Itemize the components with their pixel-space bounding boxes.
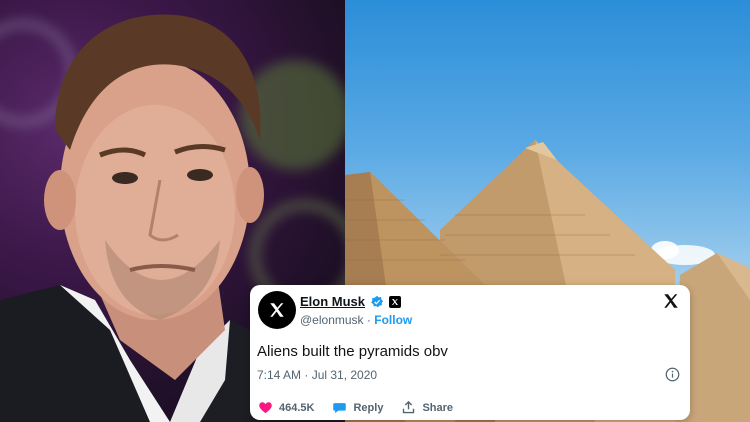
author-row: Elon Musk [300, 294, 402, 309]
reply-bubble-icon [333, 403, 347, 414]
x-logo-icon [270, 303, 284, 317]
follow-button[interactable]: Follow [374, 313, 412, 327]
author-handle[interactable]: @elonmusk [300, 313, 364, 327]
reply-label: Reply [353, 401, 384, 414]
avatar[interactable] [258, 291, 296, 329]
tweet-actions: 464.5K Reply Share [258, 400, 453, 415]
tweet-card: Elon Musk @elonmusk · Follow Aliens buil… [250, 285, 690, 420]
reply-button[interactable]: Reply [332, 400, 383, 415]
handle-row: @elonmusk · Follow [300, 313, 412, 327]
share-icon [403, 400, 415, 414]
separator-dot: · [366, 313, 371, 327]
close-icon[interactable] [662, 292, 680, 310]
tweet-text: Aliens built the pyramids obv [257, 343, 448, 360]
info-icon[interactable] [665, 367, 680, 382]
tweet-timestamp[interactable]: 7:14 AM · Jul 31, 2020 [257, 368, 377, 382]
heart-icon [259, 402, 272, 414]
share-button[interactable]: Share [401, 400, 453, 415]
x-affiliation-icon [389, 295, 402, 308]
share-label: Share [422, 401, 454, 414]
author-name[interactable]: Elon Musk [300, 294, 365, 309]
like-button[interactable]: 464.5K [258, 400, 314, 415]
verified-badge-icon [371, 295, 384, 307]
like-count: 464.5K [279, 401, 315, 414]
